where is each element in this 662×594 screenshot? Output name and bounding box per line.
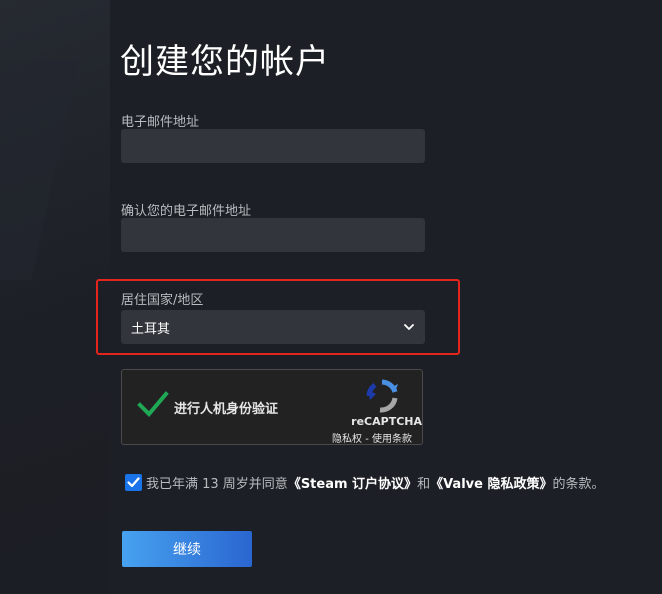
continue-button[interactable]: 继续 [122,531,252,567]
confirm-email-field[interactable] [121,218,425,252]
recaptcha-logo-icon [362,378,402,414]
confirm-email-label: 确认您的电子邮件地址 [121,204,252,219]
recaptcha-links: 隐私权 - 使用条款 [332,430,412,445]
recaptcha-terms-link[interactable]: 使用条款 [372,434,412,445]
recaptcha-label: 进行人机身份验证 [174,402,279,417]
agreement-checkbox[interactable] [125,474,142,491]
agreement-text-and: 和 [417,477,431,492]
recaptcha-brand: reCAPTCHA [351,415,422,428]
recaptcha-privacy-link[interactable]: 隐私权 [332,434,362,445]
checkmark-icon [136,391,170,424]
country-select-value: 土耳其 [131,321,171,337]
recaptcha-widget: 进行人机身份验证 reCAPTCHA 隐私权 - 使用条款 [121,369,423,445]
agreement-text: 我已年满 13 周岁并同意《Steam 订户协议》和《Valve 隐私政策》的条… [146,473,605,492]
steam-agreement-link[interactable]: 《Steam 订户协议》 [288,477,417,492]
email-field[interactable] [121,129,425,163]
recaptcha-link-separator: - [362,434,372,445]
agreement-text-after: 的条款。 [552,477,605,492]
recaptcha-checkbox[interactable] [136,390,170,420]
chevron-down-icon [403,321,415,333]
agreement-row: 我已年满 13 周岁并同意《Steam 订户协议》和《Valve 隐私政策》的条… [125,473,605,492]
email-label: 电子邮件地址 [121,115,200,130]
check-icon [127,473,140,492]
country-select[interactable]: 土耳其 [121,310,425,344]
page-title: 创建您的帐户 [120,42,330,82]
agreement-text-before: 我已年满 13 周岁并同意 [146,477,288,492]
country-label: 居住国家/地区 [121,293,204,308]
valve-privacy-link[interactable]: 《Valve 隐私政策》 [430,477,552,492]
